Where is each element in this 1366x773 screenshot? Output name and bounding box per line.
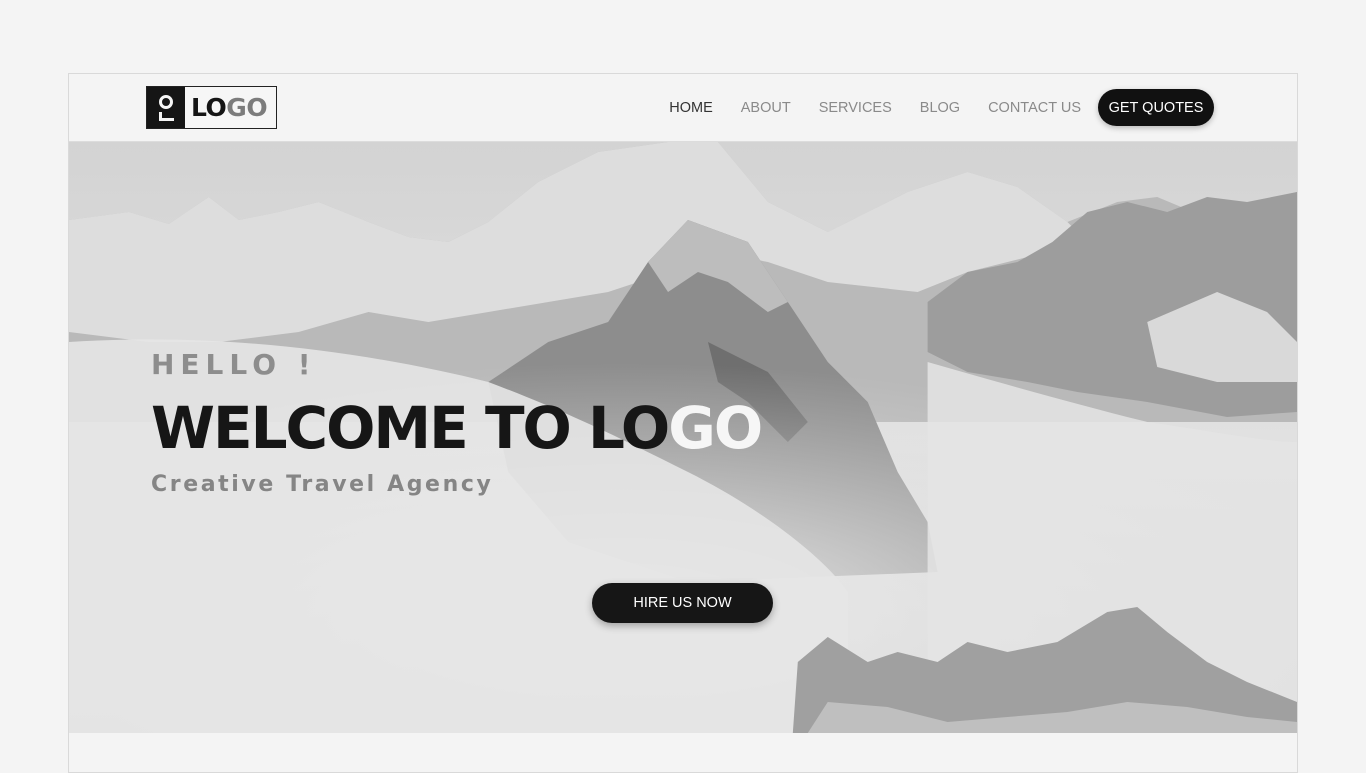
hero-tagline: Creative Travel Agency xyxy=(151,472,494,497)
hero-section: HELLO ! WELCOME TO LOGO Creative Travel … xyxy=(69,142,1297,733)
logo-text-part1: LO xyxy=(191,93,227,122)
page-frame: LOGO HOME ABOUT SERVICES BLOG CONTACT US… xyxy=(68,73,1298,773)
hire-us-button[interactable]: HIRE US NOW xyxy=(592,583,773,623)
navbar: LOGO HOME ABOUT SERVICES BLOG CONTACT US… xyxy=(69,74,1297,142)
hero-title: WELCOME TO LOGO xyxy=(151,394,763,462)
logo-text-part2: GO xyxy=(226,93,268,122)
logo-mark-icon xyxy=(147,87,185,128)
get-quotes-button[interactable]: GET QUOTES xyxy=(1098,89,1214,126)
nav-blog[interactable]: BLOG xyxy=(920,100,960,116)
hero-title-part2: GO xyxy=(668,394,763,462)
logo-text: LOGO xyxy=(191,93,268,122)
nav-contact-us[interactable]: CONTACT US xyxy=(988,100,1081,116)
nav-home[interactable]: HOME xyxy=(669,100,713,116)
hero-title-part1: WELCOME TO LO xyxy=(151,394,670,462)
main-nav: HOME ABOUT SERVICES BLOG CONTACT US GET … xyxy=(641,89,1214,126)
nav-services[interactable]: SERVICES xyxy=(819,100,892,116)
hero-greeting: HELLO ! xyxy=(151,348,317,381)
nav-about[interactable]: ABOUT xyxy=(741,100,791,116)
logo[interactable]: LOGO xyxy=(146,86,277,129)
